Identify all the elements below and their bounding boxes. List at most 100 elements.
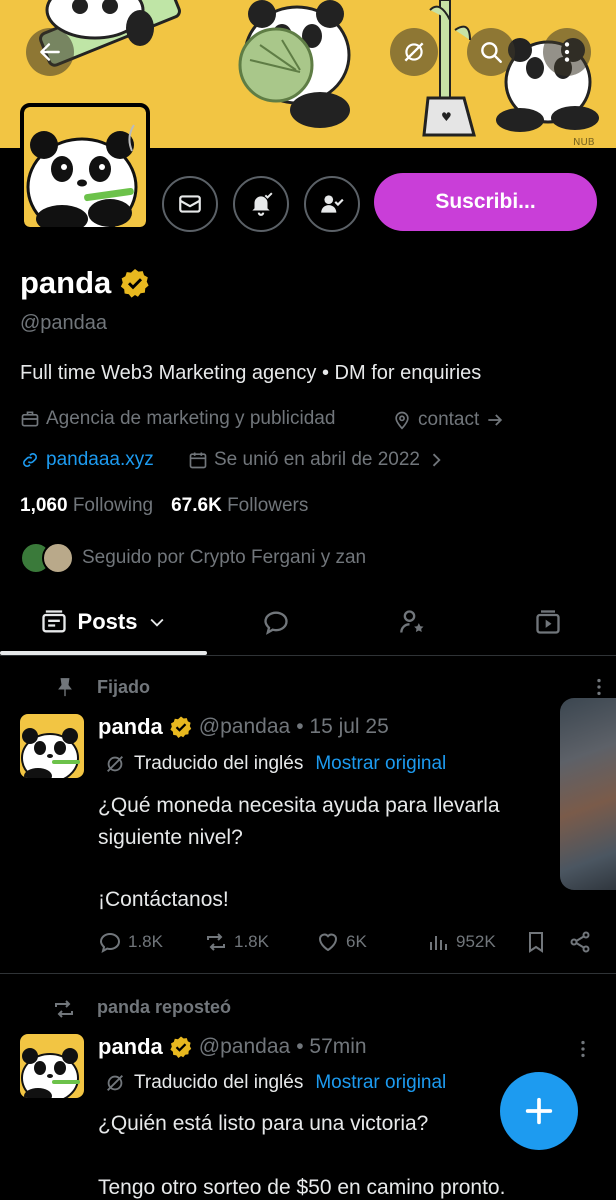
followers-stat[interactable]: 67.6K Followers bbox=[171, 495, 308, 517]
more-vertical-icon bbox=[564, 42, 570, 62]
svg-text:♥: ♥ bbox=[441, 110, 452, 124]
tab-posts[interactable]: Posts bbox=[0, 590, 207, 655]
bell-check-icon bbox=[252, 192, 273, 216]
more-vertical-icon[interactable] bbox=[572, 1038, 594, 1060]
post-author-handle: @pandaa bbox=[198, 715, 291, 738]
subscribe-button[interactable]: Suscribi... bbox=[374, 173, 597, 231]
post-header: panda @pandaa • 15 jul 25 bbox=[98, 714, 389, 740]
tab-highlights[interactable] bbox=[345, 590, 480, 654]
reply-bubble-icon bbox=[264, 611, 288, 635]
post-date: • 57min bbox=[296, 1035, 367, 1058]
repost-button[interactable]: 1.8K bbox=[204, 930, 269, 954]
post-actions: 1.8K 1.8K 6K 952K bbox=[98, 930, 598, 960]
location-link[interactable]: contact bbox=[392, 409, 505, 431]
panda-avatar-image bbox=[21, 1048, 80, 1098]
profile-bio: Full time Web3 Marketing agency • DM for… bbox=[20, 362, 482, 384]
following-count: 1,060 bbox=[20, 495, 68, 516]
views-chart-icon bbox=[430, 936, 447, 950]
chevron-right-icon bbox=[432, 453, 441, 467]
repost-icon bbox=[55, 1000, 73, 1018]
share-button[interactable] bbox=[568, 930, 592, 954]
message-button[interactable] bbox=[162, 176, 218, 232]
bookmark-icon bbox=[529, 932, 543, 953]
follow-stats: 1,060 Following 67.6K Followers bbox=[20, 495, 308, 517]
post-avatar[interactable] bbox=[20, 1034, 84, 1098]
category-label: Agencia de marketing y publicidad bbox=[46, 408, 336, 429]
grok-button[interactable] bbox=[390, 28, 438, 76]
posts-icon bbox=[41, 610, 66, 633]
following-button[interactable] bbox=[304, 176, 360, 232]
more-options-button[interactable] bbox=[543, 28, 591, 76]
followed-by[interactable]: Seguido por Crypto Fergani y zan bbox=[20, 542, 366, 574]
heart-icon bbox=[318, 933, 338, 952]
translated-label: Traducido del inglés bbox=[134, 753, 304, 774]
pin-icon bbox=[58, 678, 72, 697]
show-original-link[interactable]: Mostrar original bbox=[315, 1072, 446, 1094]
verified-gold-icon[interactable] bbox=[119, 267, 151, 299]
post-author-name[interactable]: panda bbox=[98, 1034, 163, 1060]
post-author-handle: @pandaa bbox=[198, 1035, 291, 1058]
panda-avatar-image bbox=[26, 124, 138, 227]
user-star-icon bbox=[399, 610, 423, 633]
post-author-name[interactable]: panda bbox=[98, 714, 163, 740]
post-text-line: Tengo otro sorteo de $50 en camino pront… bbox=[98, 1176, 506, 1199]
media-video-icon bbox=[536, 610, 560, 634]
profile-name-text: panda bbox=[20, 265, 112, 300]
search-icon bbox=[481, 42, 502, 63]
verified-gold-icon bbox=[170, 716, 191, 738]
panda-avatar-image bbox=[21, 728, 80, 778]
profile-avatar[interactable] bbox=[20, 103, 150, 231]
post-date: • 15 jul 25 bbox=[296, 715, 389, 738]
post-avatar[interactable] bbox=[20, 714, 84, 778]
active-tab-indicator bbox=[0, 651, 207, 655]
tab-posts-label: Posts bbox=[77, 609, 138, 634]
arrow-left-icon bbox=[40, 43, 60, 61]
tab-media[interactable] bbox=[480, 590, 616, 654]
translation-notice: Traducido del inglés Mostrar original bbox=[104, 753, 446, 775]
chevron-down-icon bbox=[150, 618, 164, 627]
arrow-right-icon bbox=[488, 414, 503, 426]
followers-count: 67.6K bbox=[171, 495, 222, 516]
back-button[interactable] bbox=[26, 28, 74, 76]
post-text-line: siguiente nivel? bbox=[98, 826, 243, 849]
briefcase-icon bbox=[21, 411, 39, 427]
repost-count: 1.8K bbox=[234, 932, 269, 951]
notifications-button[interactable] bbox=[233, 176, 289, 232]
reply-icon bbox=[99, 932, 121, 954]
share-icon bbox=[570, 931, 590, 953]
tab-replies[interactable] bbox=[207, 590, 345, 654]
follower-avatar bbox=[42, 542, 74, 574]
like-button[interactable]: 6K bbox=[316, 930, 367, 954]
mail-icon bbox=[179, 195, 201, 213]
reply-button[interactable]: 1.8K bbox=[98, 930, 163, 954]
post-media-preview[interactable] bbox=[560, 698, 616, 890]
search-button[interactable] bbox=[467, 28, 515, 76]
like-count: 6K bbox=[346, 932, 367, 951]
followers-label: Followers bbox=[227, 495, 309, 516]
user-check-icon bbox=[321, 195, 344, 213]
repost-icon bbox=[207, 933, 225, 951]
post-header: panda @pandaa • 57min bbox=[98, 1034, 367, 1060]
views-button[interactable]: 952K bbox=[426, 930, 496, 954]
profile-category: Agencia de marketing y publicidad bbox=[20, 408, 335, 430]
following-stat[interactable]: 1,060 Following bbox=[20, 495, 153, 517]
show-original-link[interactable]: Mostrar original bbox=[315, 753, 446, 775]
website-link[interactable]: pandaaa.xyz bbox=[20, 449, 154, 471]
grok-translate-icon bbox=[107, 1075, 123, 1091]
compose-post-button[interactable] bbox=[500, 1072, 578, 1150]
reposted-label: panda reposteó bbox=[97, 997, 232, 1017]
profile-handle: @pandaa bbox=[20, 312, 108, 334]
joined-date[interactable]: Se unió en abril de 2022 bbox=[188, 449, 446, 471]
following-label: Following bbox=[72, 495, 154, 516]
joined-label: Se unió en abril de 2022 bbox=[214, 449, 420, 470]
more-vertical-icon[interactable] bbox=[588, 676, 610, 698]
plus-icon bbox=[525, 1097, 553, 1125]
website-label: pandaaa.xyz bbox=[46, 449, 154, 470]
svg-text:NUB: NUB bbox=[573, 137, 595, 148]
profile-tabs: Posts bbox=[0, 590, 616, 656]
verified-gold-icon bbox=[170, 1036, 191, 1058]
translation-notice: Traducido del inglés Mostrar original bbox=[104, 1072, 446, 1094]
calendar-icon bbox=[189, 452, 207, 469]
view-count: 952K bbox=[456, 932, 496, 951]
bookmark-button[interactable] bbox=[524, 930, 548, 954]
